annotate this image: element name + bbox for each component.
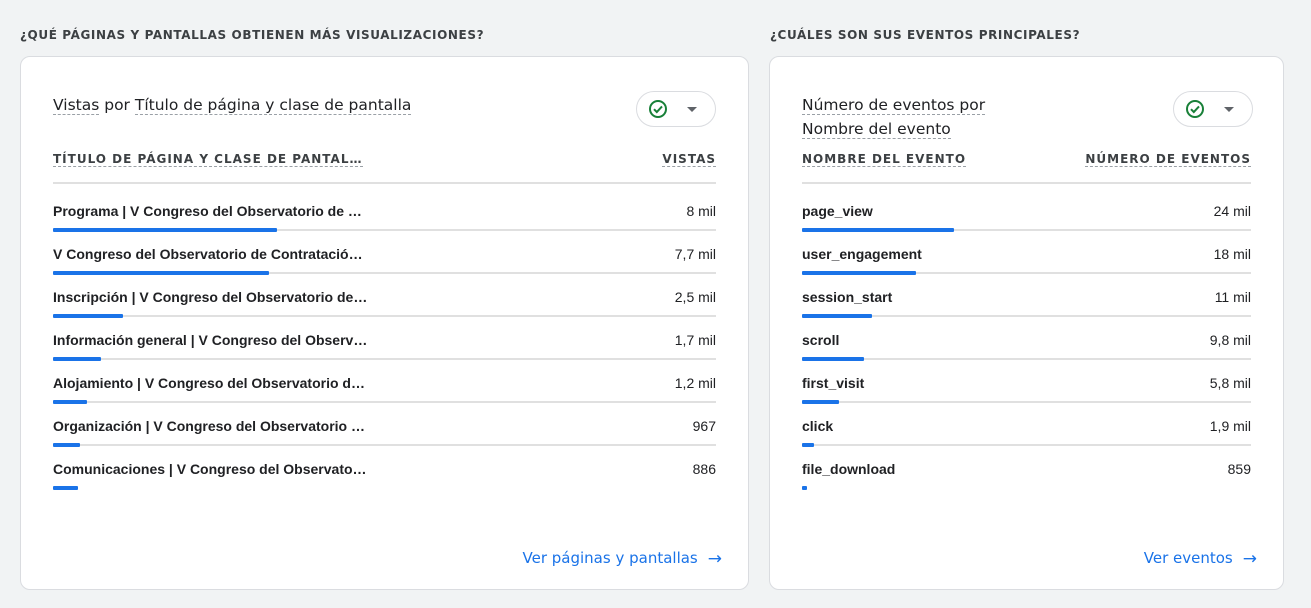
arrow-right-icon: → — [1242, 549, 1257, 569]
row-value: 1,2 mil — [674, 375, 716, 391]
row-value: 24 mil — [1213, 203, 1251, 219]
dimension-label[interactable]: Nombre del evento — [802, 120, 951, 139]
events-card-title: Número de eventos por Nombre del evento — [802, 93, 986, 141]
row-label: Alojamiento | V Congreso del Observatori… — [53, 375, 365, 391]
status-dropdown-button[interactable] — [1173, 91, 1253, 127]
row-value: 11 mil — [1214, 289, 1251, 305]
table-row[interactable]: session_start 11 mil — [802, 275, 1251, 318]
col-header-event-name[interactable]: NOMBRE DEL EVENTO — [802, 152, 967, 167]
row-value: 2,5 mil — [674, 289, 716, 305]
table-row[interactable]: user_engagement 18 mil — [802, 232, 1251, 275]
row-label: Programa | V Congreso del Observatorio d… — [53, 203, 362, 219]
row-label: V Congreso del Observatorio de Contratac… — [53, 246, 363, 262]
view-events-link-label: Ver eventos — [1143, 549, 1233, 567]
table-row[interactable]: Información general | V Congreso del Obs… — [53, 318, 716, 361]
row-divider — [53, 358, 716, 360]
table-row[interactable]: Organización | V Congreso del Observator… — [53, 404, 716, 447]
caret-down-icon — [1224, 107, 1234, 112]
table-row[interactable]: Comunicaciones | V Congreso del Observat… — [53, 447, 716, 490]
pages-card-title: Vistas por Título de página y clase de p… — [53, 93, 412, 117]
view-pages-link[interactable]: Ver páginas y pantallas → — [523, 549, 722, 569]
table-row[interactable]: page_view 24 mil — [802, 189, 1251, 232]
row-divider — [53, 401, 716, 403]
row-value: 1,7 mil — [674, 332, 716, 348]
row-value: 859 — [1227, 461, 1251, 477]
status-dropdown-button[interactable] — [636, 91, 716, 127]
dimension-label[interactable]: Título de página y clase de pantalla — [134, 96, 412, 115]
section-title-pages: ¿QUÉ PÁGINAS Y PANTALLAS OBTIENEN MÁS VI… — [20, 28, 485, 42]
table-row[interactable]: Inscripción | V Congreso del Observatori… — [53, 275, 716, 318]
events-card: Número de eventos por Nombre del evento … — [769, 56, 1284, 590]
row-label: scroll — [802, 332, 840, 348]
row-label: file_download — [802, 461, 896, 477]
table-row[interactable]: scroll 9,8 mil — [802, 318, 1251, 361]
view-events-link[interactable]: Ver eventos → — [1144, 549, 1257, 569]
row-label: click — [802, 418, 834, 434]
table-row[interactable]: Alojamiento | V Congreso del Observatori… — [53, 361, 716, 404]
row-value: 5,8 mil — [1209, 375, 1251, 391]
row-bar — [802, 486, 808, 490]
row-value: 1,9 mil — [1209, 418, 1251, 434]
col-header-event-count[interactable]: NÚMERO DE EVENTOS — [1085, 152, 1251, 167]
row-label: session_start — [802, 289, 893, 305]
header-divider — [802, 182, 1251, 184]
row-value: 886 — [692, 461, 716, 477]
pages-card: Vistas por Título de página y clase de p… — [20, 56, 749, 590]
row-divider — [53, 315, 716, 317]
table-row[interactable]: first_visit 5,8 mil — [802, 361, 1251, 404]
row-value: 967 — [692, 418, 716, 434]
row-label: Organización | V Congreso del Observator… — [53, 418, 365, 434]
row-label: first_visit — [802, 375, 865, 391]
arrow-right-icon: → — [707, 549, 722, 569]
title-connector: por — [99, 96, 135, 114]
row-label: user_engagement — [802, 246, 922, 262]
row-label: page_view — [802, 203, 873, 219]
row-divider — [802, 444, 1251, 446]
row-label: Información general | V Congreso del Obs… — [53, 332, 368, 348]
table-row[interactable]: click 1,9 mil — [802, 404, 1251, 447]
row-value: 8 mil — [686, 203, 716, 219]
row-divider — [802, 401, 1251, 403]
metric-label[interactable]: Vistas — [53, 96, 100, 115]
table-row[interactable]: Programa | V Congreso del Observatorio d… — [53, 189, 716, 232]
table-row[interactable]: V Congreso del Observatorio de Contratac… — [53, 232, 716, 275]
row-value: 7,7 mil — [674, 246, 716, 262]
check-circle-icon — [1186, 100, 1204, 118]
view-pages-link-label: Ver páginas y pantallas — [522, 549, 698, 567]
row-value: 9,8 mil — [1209, 332, 1251, 348]
row-label: Inscripción | V Congreso del Observatori… — [53, 289, 368, 305]
caret-down-icon — [687, 107, 697, 112]
row-divider — [53, 444, 716, 446]
col-header-views[interactable]: VISTAS — [662, 152, 716, 167]
section-title-events: ¿CUÁLES SON SUS EVENTOS PRINCIPALES? — [770, 28, 1081, 42]
check-circle-icon — [649, 100, 667, 118]
row-label: Comunicaciones | V Congreso del Observat… — [53, 461, 367, 477]
row-divider — [802, 358, 1251, 360]
row-bar — [53, 486, 78, 490]
header-divider — [53, 182, 716, 184]
table-row[interactable]: file_download 859 — [802, 447, 1251, 490]
row-value: 18 mil — [1213, 246, 1251, 262]
col-header-title[interactable]: TÍTULO DE PÁGINA Y CLASE DE PANTAL… — [53, 152, 363, 167]
metric-label[interactable]: Número de eventos por — [802, 96, 986, 115]
